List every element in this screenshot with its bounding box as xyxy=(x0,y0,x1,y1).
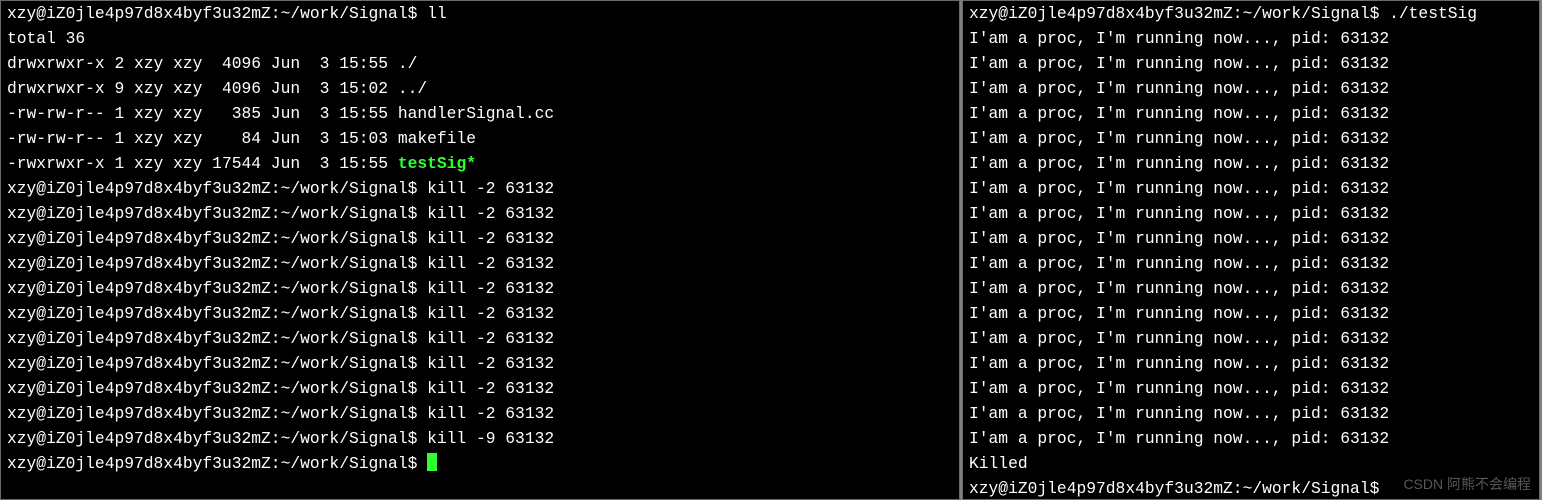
kill-line: xzy@iZ0jle4p97d8x4byf3u32mZ:~/work/Signa… xyxy=(1,226,959,251)
kill-line: xzy@iZ0jle4p97d8x4byf3u32mZ:~/work/Signa… xyxy=(1,301,959,326)
output-line: I'am a proc, I'm running now..., pid: 63… xyxy=(963,276,1539,301)
ls-row: -rw-rw-r-- 1 xzy xzy 385 Jun 3 15:55 han… xyxy=(1,101,959,126)
active-prompt[interactable]: xzy@iZ0jle4p97d8x4byf3u32mZ:~/work/Signa… xyxy=(1,451,959,476)
kill-line: xzy@iZ0jle4p97d8x4byf3u32mZ:~/work/Signa… xyxy=(1,376,959,401)
cursor xyxy=(427,453,437,471)
output-line: I'am a proc, I'm running now..., pid: 63… xyxy=(963,176,1539,201)
ls-row: -rw-rw-r-- 1 xzy xzy 84 Jun 3 15:03 make… xyxy=(1,126,959,151)
prompt-line: xzy@iZ0jle4p97d8x4byf3u32mZ:~/work/Signa… xyxy=(963,1,1539,26)
kill-line: xzy@iZ0jle4p97d8x4byf3u32mZ:~/work/Signa… xyxy=(1,401,959,426)
kill-line: xzy@iZ0jle4p97d8x4byf3u32mZ:~/work/Signa… xyxy=(1,276,959,301)
output-line: I'am a proc, I'm running now..., pid: 63… xyxy=(963,226,1539,251)
output-line: I'am a proc, I'm running now..., pid: 63… xyxy=(963,326,1539,351)
terminal-split-view: xzy@iZ0jle4p97d8x4byf3u32mZ:~/work/Signa… xyxy=(0,0,1542,500)
ls-row: drwxrwxr-x 2 xzy xzy 4096 Jun 3 15:55 ./ xyxy=(1,51,959,76)
right-terminal[interactable]: xzy@iZ0jle4p97d8x4byf3u32mZ:~/work/Signa… xyxy=(962,0,1540,500)
output-line: I'am a proc, I'm running now..., pid: 63… xyxy=(963,376,1539,401)
output-line: I'am a proc, I'm running now..., pid: 63… xyxy=(963,151,1539,176)
kill-line: xzy@iZ0jle4p97d8x4byf3u32mZ:~/work/Signa… xyxy=(1,176,959,201)
output-line: I'am a proc, I'm running now..., pid: 63… xyxy=(963,51,1539,76)
output-line: I'am a proc, I'm running now..., pid: 63… xyxy=(963,26,1539,51)
output-line: I'am a proc, I'm running now..., pid: 63… xyxy=(963,301,1539,326)
ls-row: drwxrwxr-x 9 xzy xzy 4096 Jun 3 15:02 ..… xyxy=(1,76,959,101)
kill-line: xzy@iZ0jle4p97d8x4byf3u32mZ:~/work/Signa… xyxy=(1,251,959,276)
output-line: I'am a proc, I'm running now..., pid: 63… xyxy=(963,251,1539,276)
watermark-text: CSDN 阿熊不会编程 xyxy=(1403,472,1531,497)
output-line: I'am a proc, I'm running now..., pid: 63… xyxy=(963,351,1539,376)
kill9-line: xzy@iZ0jle4p97d8x4byf3u32mZ:~/work/Signa… xyxy=(1,426,959,451)
output-line: I'am a proc, I'm running now..., pid: 63… xyxy=(963,126,1539,151)
ls-total: total 36 xyxy=(1,26,959,51)
prompt-line: xzy@iZ0jle4p97d8x4byf3u32mZ:~/work/Signa… xyxy=(1,1,959,26)
left-terminal[interactable]: xzy@iZ0jle4p97d8x4byf3u32mZ:~/work/Signa… xyxy=(0,0,960,500)
output-line: I'am a proc, I'm running now..., pid: 63… xyxy=(963,401,1539,426)
output-line: I'am a proc, I'm running now..., pid: 63… xyxy=(963,101,1539,126)
output-line: I'am a proc, I'm running now..., pid: 63… xyxy=(963,426,1539,451)
kill-line: xzy@iZ0jle4p97d8x4byf3u32mZ:~/work/Signa… xyxy=(1,201,959,226)
output-line: I'am a proc, I'm running now..., pid: 63… xyxy=(963,201,1539,226)
kill-line: xzy@iZ0jle4p97d8x4byf3u32mZ:~/work/Signa… xyxy=(1,326,959,351)
kill-line: xzy@iZ0jle4p97d8x4byf3u32mZ:~/work/Signa… xyxy=(1,351,959,376)
output-line: I'am a proc, I'm running now..., pid: 63… xyxy=(963,76,1539,101)
ls-row: -rwxrwxr-x 1 xzy xzy 17544 Jun 3 15:55 t… xyxy=(1,151,959,176)
